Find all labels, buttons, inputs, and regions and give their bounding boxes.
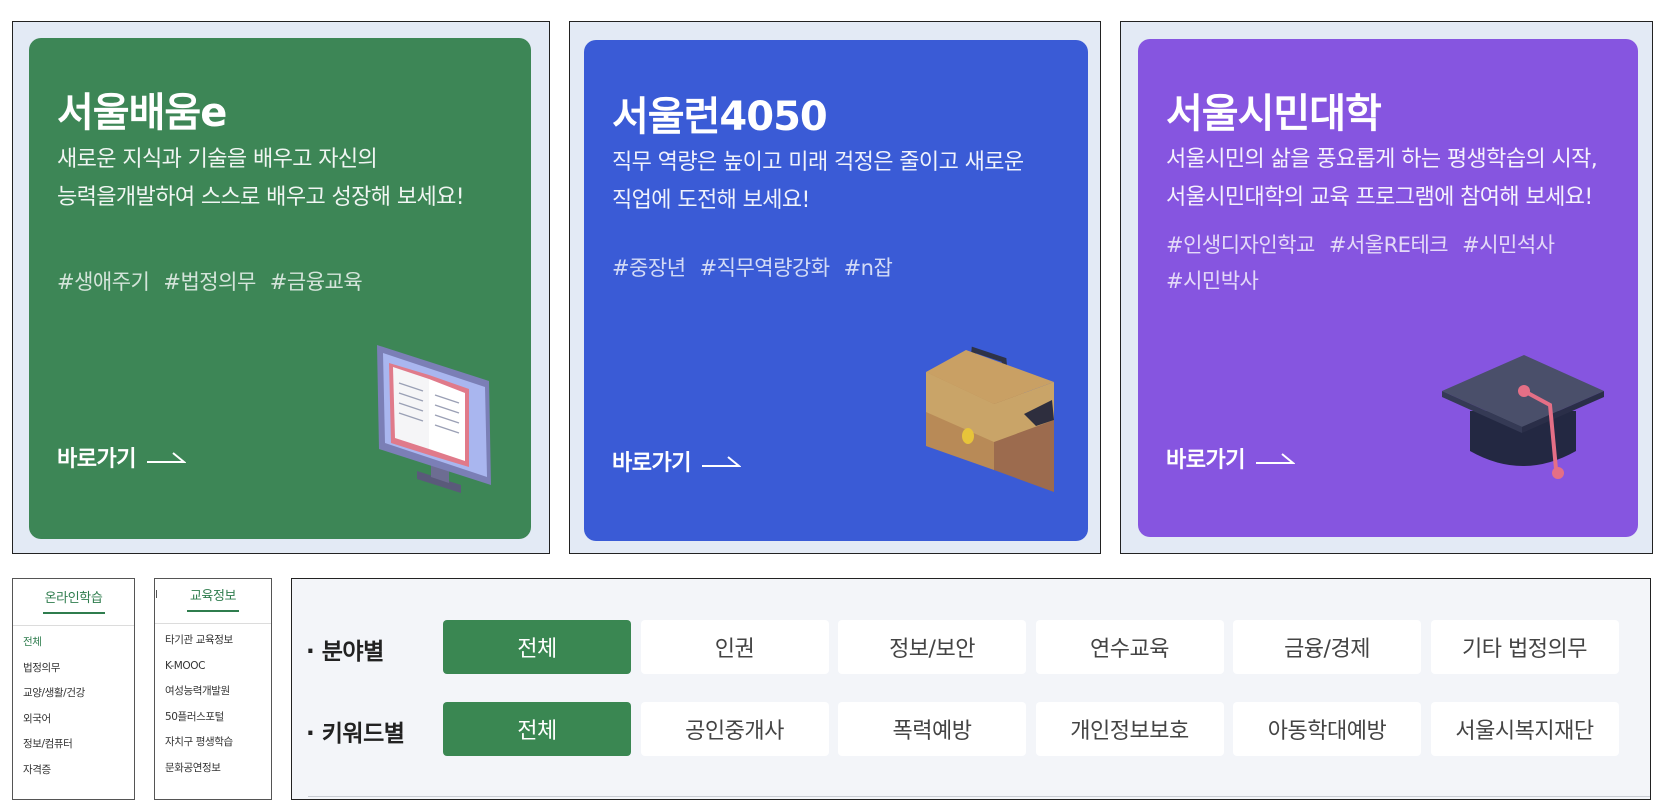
menu-title-underline [187,610,239,612]
tag[interactable]: #금융교육 [270,270,363,294]
field-option[interactable]: 금융/경제 [1233,620,1421,674]
tag[interactable]: #생애주기 [57,270,150,294]
card-desc-line: 능력을개발하여 스스로 배우고 성장해 보세요! [57,185,465,210]
arrow-right-icon [1255,453,1295,464]
menu-item[interactable]: 타기관 교육정보 [165,633,233,659]
card-tags: #인생디자인학교 #서울RE테크 #시민석사 #시민박사 [1166,227,1568,299]
card-seoul-run[interactable]: 서울런4050 직무 역량은 높이고 미래 걱정은 줄이고 새로운 직업에 도전… [584,40,1088,541]
online-learning-menu: 온라인학습 전체 법정의무 교양/생활/건강 외국어 정보/컴퓨터 자격증 [12,578,135,800]
go-link-label: 바로가기 [1166,448,1245,473]
tag[interactable]: #서울RE테크 [1329,233,1449,257]
menu-item[interactable]: 교양/생활/건강 [23,686,85,712]
menu-list: 전체 법정의무 교양/생활/건강 외국어 정보/컴퓨터 자격증 [23,635,85,789]
graduation-cap-icon [1442,355,1604,479]
menu-title[interactable]: 온라인학습 [13,587,134,614]
card-description: 서울시민의 삶을 풍요롭게 하는 평생학습의 시작, 서울시민대학의 교육 프로… [1166,141,1598,217]
field-filter-label: · 분야별 [306,639,384,665]
field-option[interactable]: 정보/보안 [838,620,1026,674]
card-citizen-univ[interactable]: 서울시민대학 서울시민의 삶을 풍요롭게 하는 평생학습의 시작, 서울시민대학… [1138,39,1638,537]
field-option[interactable]: 인권 [640,620,829,674]
filter-panel: · 분야별 전체 인권 정보/보안 연수교육 금융/경제 기타 법정의무 · 키… [291,578,1651,800]
card-tags: #생애주기 #법정의무 #금융교육 [57,264,376,300]
monitor-book-icon [377,345,491,493]
keyword-filter-label: · 키워드별 [306,721,405,747]
card-desc-line: 직무 역량은 높이고 미래 걱정은 줄이고 새로운 [612,150,1024,175]
menu-item[interactable]: 법정의무 [23,661,85,687]
menu-item[interactable]: 자치구 평생학습 [165,735,233,761]
menu-item[interactable]: K-MOOC [165,659,233,685]
menu-title-label: 온라인학습 [44,591,103,606]
menu-title-label: 교육정보 [189,589,237,604]
field-option[interactable]: 기타 법정의무 [1430,620,1619,674]
menu-item[interactable]: 전체 [23,635,85,661]
card-title: 서울시민대학 [1166,91,1382,137]
menu-item[interactable]: 자격증 [23,763,85,789]
tag[interactable]: #n잡 [844,256,893,280]
divider [13,625,134,626]
card-desc-line: 서울시민의 삶을 풍요롭게 하는 평생학습의 시작, [1166,147,1598,172]
divider [156,590,157,598]
divider [134,648,135,656]
menu-title-underline [42,612,105,614]
menu-item[interactable]: 정보/컴퓨터 [23,737,85,763]
go-link-label: 바로가기 [612,451,691,476]
briefcase-icon [926,346,1054,492]
menu-item[interactable]: 문화공연정보 [165,761,233,787]
keyword-option[interactable]: 아동학대예방 [1233,702,1421,756]
card-title: 서울배움e [57,90,227,136]
card-desc-line: 직업에 도전해 보세요! [612,188,810,213]
tag[interactable]: #인생디자인학교 [1166,233,1315,257]
keyword-option[interactable]: 공인중개사 [640,702,829,756]
divider [308,796,1650,797]
go-link[interactable]: 바로가기 [57,441,186,473]
arrow-right-icon [146,452,186,463]
arrow-right-icon [701,456,741,467]
card-description: 새로운 지식과 기술을 배우고 자신의 능력을개발하여 스스로 배우고 성장해 … [57,141,465,217]
card-tags: #중장년 #직무역량강화 #n잡 [612,250,906,286]
card-desc-line: 새로운 지식과 기술을 배우고 자신의 [57,147,378,172]
field-filter-options: 전체 인권 정보/보안 연수교육 금융/경제 기타 법정의무 [443,620,1619,674]
tag[interactable]: #중장년 [612,256,686,280]
card-seoul-baeum[interactable]: 서울배움e 새로운 지식과 기술을 배우고 자신의 능력을개발하여 스스로 배우… [29,38,531,539]
go-link-label: 바로가기 [57,447,136,472]
divider [155,623,271,624]
tag[interactable]: #법정의무 [163,270,256,294]
keyword-filter-options: 전체 공인중개사 폭력예방 개인정보보호 아동학대예방 서울시복지재단 [443,702,1619,756]
field-option[interactable]: 전체 [443,620,631,674]
tag[interactable]: #직무역량강화 [700,256,831,280]
keyword-option[interactable]: 전체 [443,702,631,756]
go-link[interactable]: 바로가기 [1166,442,1295,474]
field-option[interactable]: 연수교육 [1035,620,1224,674]
card-title: 서울런4050 [612,94,828,140]
menu-item[interactable]: 여성능력개발원 [165,684,233,710]
keyword-option[interactable]: 개인정보보호 [1035,702,1224,756]
tag[interactable]: #시민박사 [1166,269,1259,293]
menu-item[interactable]: 50플러스포털 [165,710,233,736]
edu-info-menu: 교육정보 타기관 교육정보 K-MOOC 여성능력개발원 50플러스포털 자치구… [154,578,272,800]
card-frame-seoul-baeum: 서울배움e 새로운 지식과 기술을 배우고 자신의 능력을개발하여 스스로 배우… [12,21,550,554]
menu-item[interactable]: 외국어 [23,712,85,738]
card-frame-seoul-run: 서울런4050 직무 역량은 높이고 미래 걱정은 줄이고 새로운 직업에 도전… [569,21,1101,554]
keyword-option[interactable]: 서울시복지재단 [1430,702,1619,756]
card-description: 직무 역량은 높이고 미래 걱정은 줄이고 새로운 직업에 도전해 보세요! [612,144,1024,220]
menu-list: 타기관 교육정보 K-MOOC 여성능력개발원 50플러스포털 자치구 평생학습… [165,633,233,787]
tag[interactable]: #시민석사 [1462,233,1555,257]
keyword-option[interactable]: 폭력예방 [838,702,1026,756]
go-link[interactable]: 바로가기 [612,445,741,477]
card-frame-citizen-univ: 서울시민대학 서울시민의 삶을 풍요롭게 하는 평생학습의 시작, 서울시민대학… [1120,21,1653,554]
card-desc-line: 서울시민대학의 교육 프로그램에 참여해 보세요! [1166,185,1593,210]
menu-title[interactable]: 교육정보 [155,585,271,612]
